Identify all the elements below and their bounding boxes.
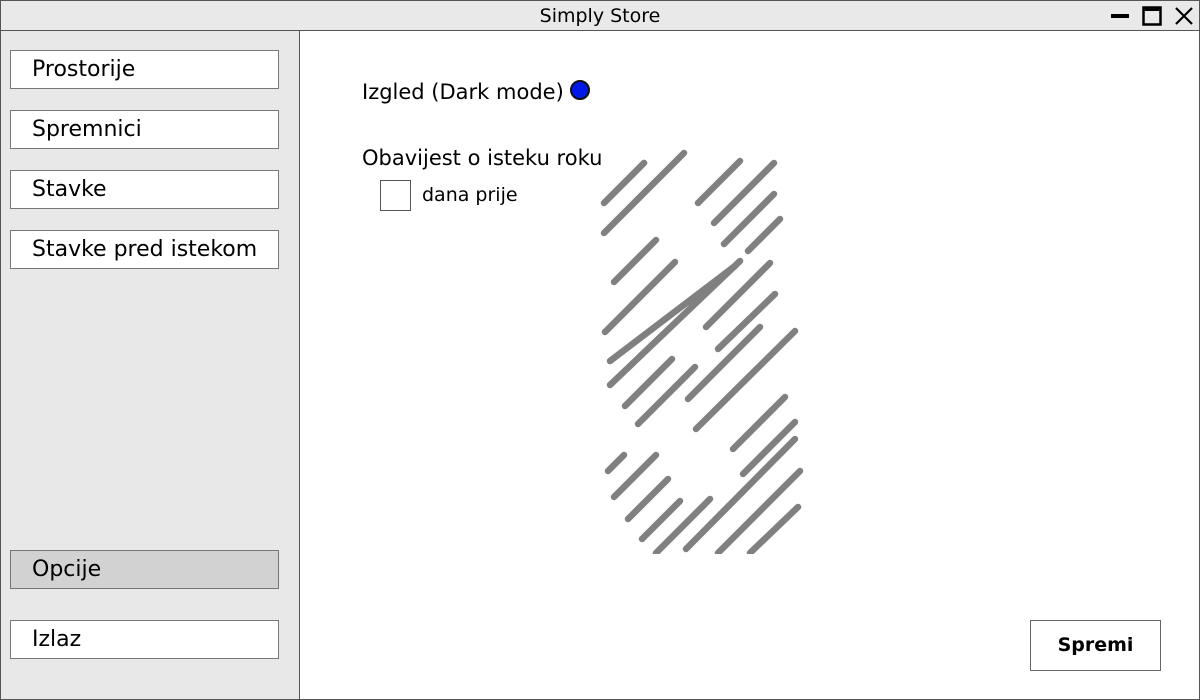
- save-button[interactable]: Spremi: [1030, 620, 1161, 671]
- minimize-icon[interactable]: [1109, 5, 1131, 27]
- days-before-label: dana prije: [422, 184, 518, 206]
- options-panel: Izgled (Dark mode) Obavijest o isteku ro…: [300, 31, 1199, 699]
- app-logo-icon: [600, 149, 804, 554]
- maximize-icon[interactable]: [1141, 5, 1163, 27]
- sidebar-item-izlaz[interactable]: Izlaz: [10, 620, 279, 659]
- dark-mode-toggle[interactable]: [570, 80, 590, 100]
- title-bar[interactable]: Simply Store: [1, 1, 1199, 31]
- expiry-notification-label: Obavijest o isteku roku: [362, 146, 603, 170]
- sidebar: Prostorije Spremnici Stavke Stavke pred …: [1, 31, 300, 699]
- sidebar-item-stavke[interactable]: Stavke: [10, 170, 279, 209]
- sidebar-item-prostorije[interactable]: Prostorije: [10, 50, 279, 89]
- app-window: Simply Store Prostorije Spremnici Stavke…: [0, 0, 1200, 700]
- sidebar-item-spremnici[interactable]: Spremnici: [10, 110, 279, 149]
- days-before-input[interactable]: [380, 180, 411, 211]
- close-icon[interactable]: [1173, 5, 1195, 27]
- sidebar-item-opcije[interactable]: Opcije: [10, 550, 279, 589]
- window-controls: [1109, 4, 1195, 28]
- window-title: Simply Store: [539, 5, 661, 27]
- dark-mode-label: Izgled (Dark mode): [362, 80, 564, 104]
- sidebar-item-stavke-pred-istekom[interactable]: Stavke pred istekom: [10, 230, 279, 269]
